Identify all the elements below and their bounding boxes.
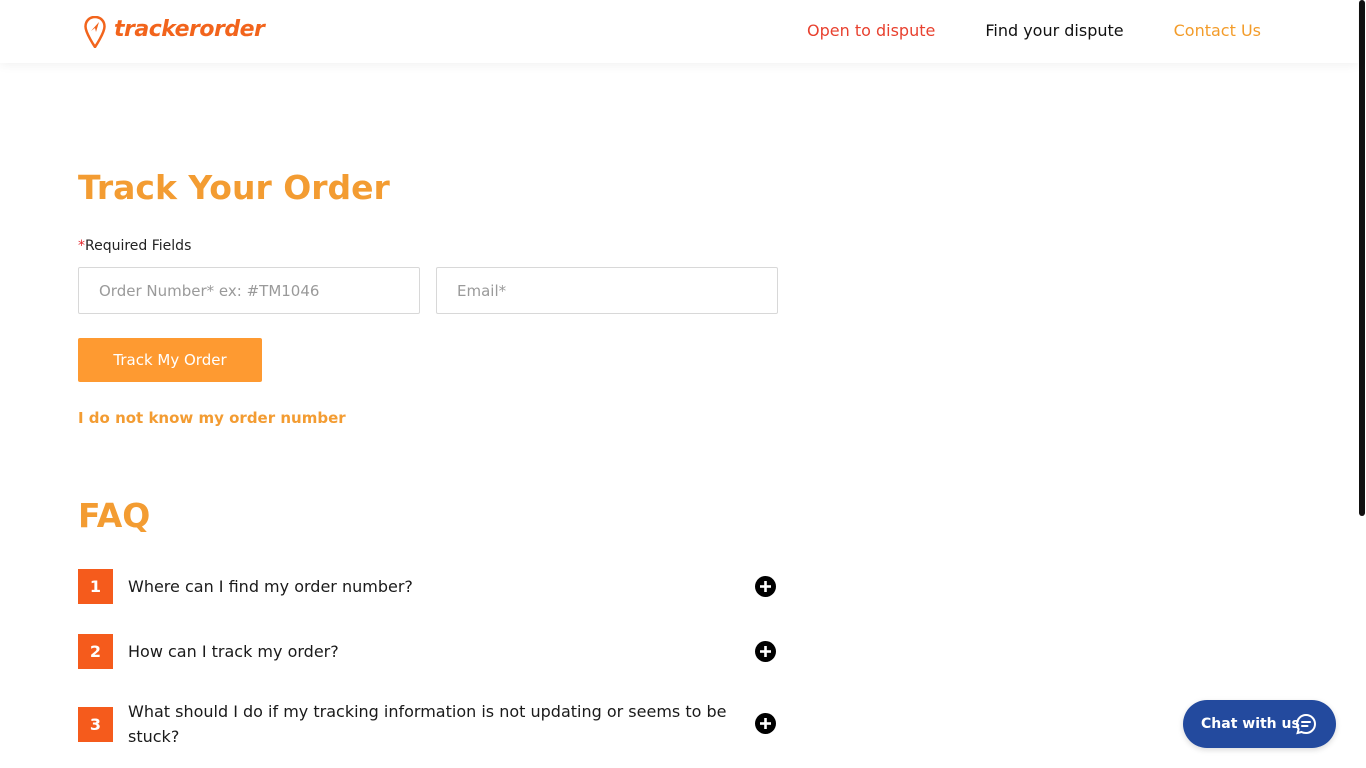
track-my-order-button[interactable]: Track My Order [78,338,262,382]
page-title: Track Your Order [78,168,390,207]
faq-number: 1 [78,569,113,604]
logo-text: trackerorder [114,17,265,42]
nav-open-to-dispute[interactable]: Open to dispute [807,20,935,42]
required-star: * [78,238,85,254]
chat-label: Chat with us [1201,716,1300,732]
faq-question: Where can I find my order number? [128,577,413,596]
scrollbar-thumb[interactable] [1359,0,1365,516]
faq-question: What should I do if my tracking informat… [128,702,727,746]
faq-item-1[interactable]: 1 Where can I find my order number? [78,569,778,604]
order-number-input[interactable] [78,267,420,314]
required-label: Required Fields [85,238,192,254]
location-pin-icon [84,16,106,48]
page-scrollbar[interactable] [1358,0,1366,768]
plus-circle-icon[interactable] [755,713,776,734]
logo[interactable]: trackerorder [84,16,265,48]
plus-circle-icon[interactable] [755,576,776,597]
site-header: trackerorder Open to dispute Find your d… [0,0,1358,63]
nav-find-your-dispute[interactable]: Find your dispute [985,20,1123,42]
faq-number: 3 [78,707,113,742]
faq-title: FAQ [78,496,151,535]
faq-item-3[interactable]: 3 What should I do if my tracking inform… [78,699,778,751]
chat-with-us-button[interactable]: Chat with us [1183,700,1336,748]
unknown-order-number-link[interactable]: I do not know my order number [78,408,346,428]
plus-circle-icon[interactable] [755,641,776,662]
main-nav: Open to dispute Find your dispute Contac… [807,20,1261,42]
faq-item-2[interactable]: 2 How can I track my order? [78,634,778,669]
nav-contact-us[interactable]: Contact Us [1174,20,1261,42]
email-input[interactable] [436,267,778,314]
required-fields-note: *Required Fields [78,237,191,255]
chat-bubble-icon [1295,713,1317,735]
faq-number: 2 [78,634,113,669]
faq-question: How can I track my order? [128,642,339,661]
